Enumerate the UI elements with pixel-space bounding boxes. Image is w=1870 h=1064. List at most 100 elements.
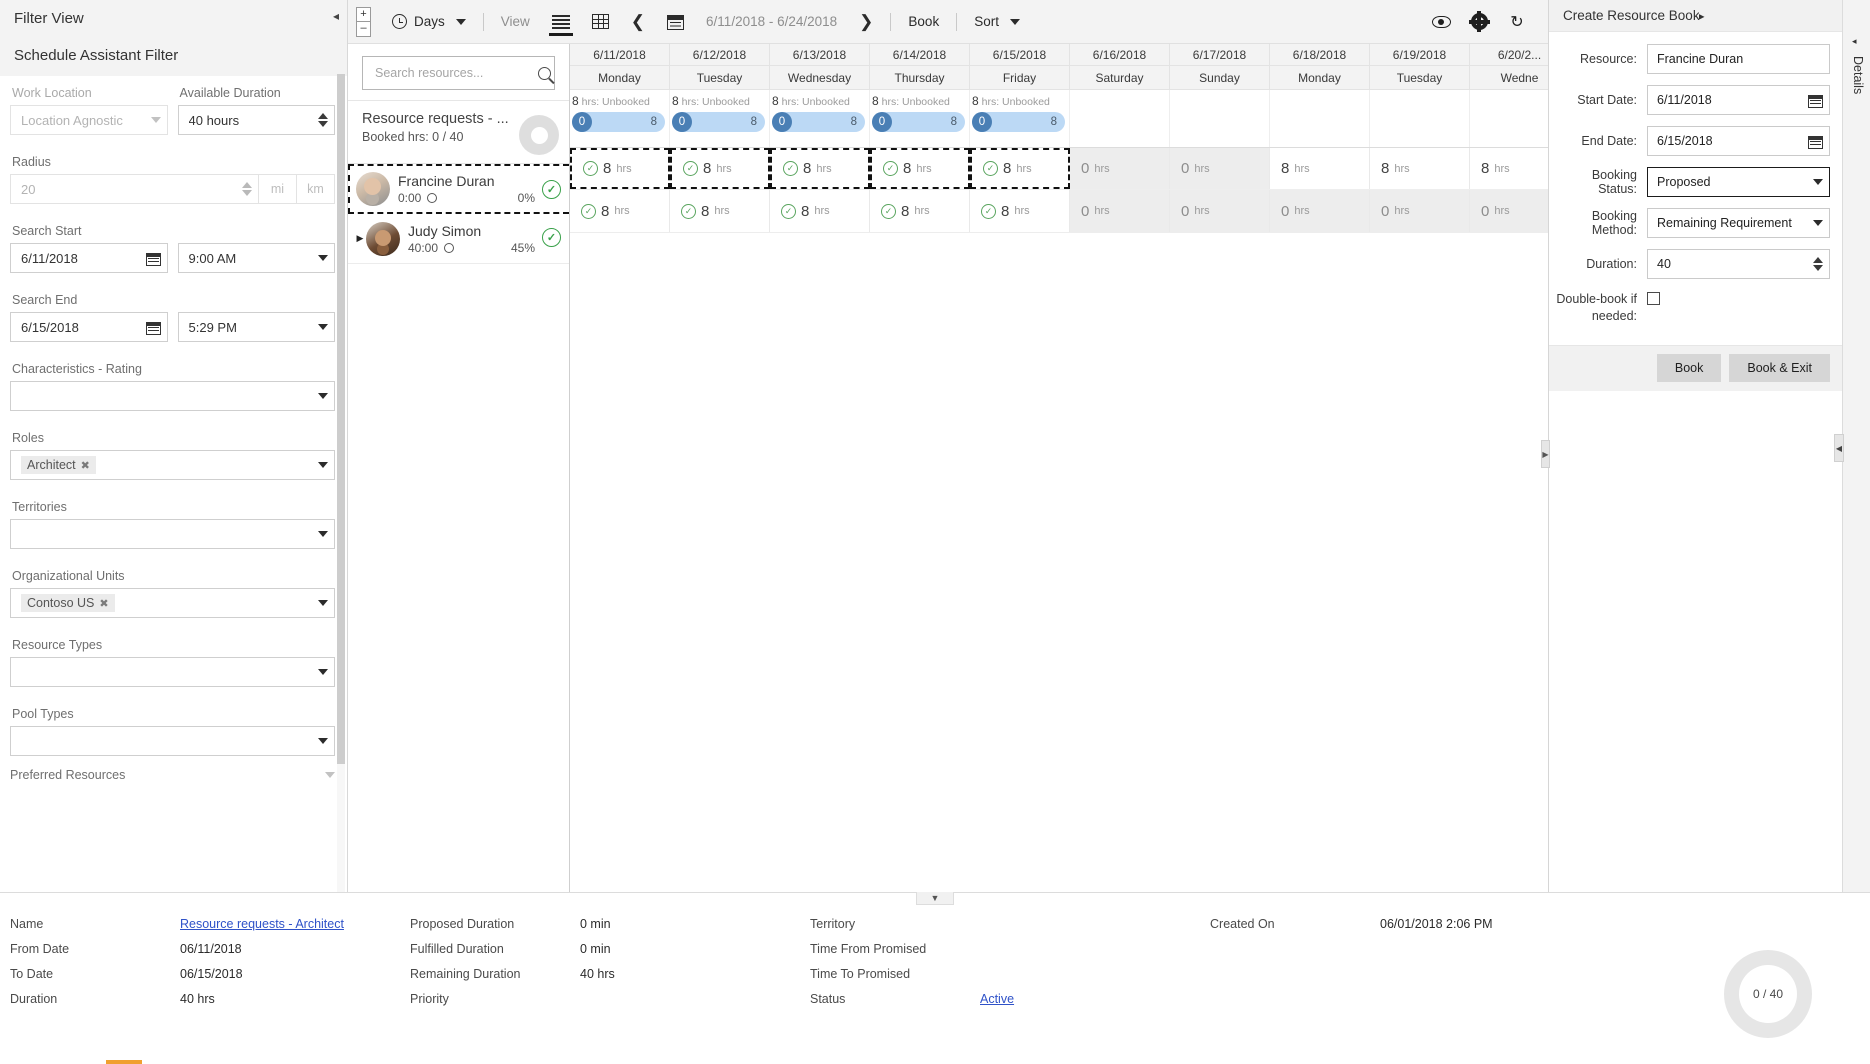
calendar-icon[interactable] xyxy=(1808,93,1823,108)
collapse-all-button[interactable]: – xyxy=(356,22,371,37)
availability-cell[interactable]: 0hrs xyxy=(1170,190,1270,232)
book-button[interactable]: Book xyxy=(897,0,950,44)
refresh-icon[interactable]: ↻ xyxy=(1500,5,1534,39)
availability-cell[interactable]: ✓8hrs xyxy=(870,190,970,232)
chevron-right-icon[interactable]: ▸ xyxy=(1699,9,1835,23)
field-input[interactable]: Remaining Requirement xyxy=(1647,208,1830,238)
scrollbar-thumb[interactable] xyxy=(337,74,345,764)
requirement-summary-cell[interactable]: 8 hrs: Unbooked08 xyxy=(870,90,970,147)
availability-cell[interactable]: 0hrs xyxy=(1070,148,1170,189)
roles-select[interactable]: Architect ✖ xyxy=(10,450,335,480)
search-input[interactable] xyxy=(373,65,538,81)
field-input[interactable]: 6/15/2018 xyxy=(1647,126,1830,156)
eye-icon[interactable] xyxy=(1424,5,1458,39)
search-end-time-select[interactable]: 5:29 PM xyxy=(178,312,336,342)
detail-link[interactable]: Active xyxy=(980,992,1014,1006)
resource-row-francine[interactable]: Francine Duran 0:00 0% ✓ xyxy=(348,164,569,214)
prev-period-button[interactable]: ❮ xyxy=(620,0,656,44)
availability-cell[interactable]: ✓8hrs xyxy=(570,190,670,232)
chevron-down-icon[interactable]: ▼ xyxy=(916,892,954,905)
availability-cell[interactable]: ✓8hrs xyxy=(970,190,1070,232)
org-units-chip[interactable]: Contoso US ✖ xyxy=(21,594,115,612)
search-input-wrap[interactable] xyxy=(362,56,555,90)
search-start-date-input[interactable]: 6/11/2018 xyxy=(10,243,168,273)
availability-cell[interactable]: 8hrs xyxy=(1270,148,1370,189)
search-end-date-input[interactable]: 6/15/2018 xyxy=(10,312,168,342)
close-icon[interactable]: ✖ xyxy=(99,597,108,610)
resource-request-card[interactable]: Resource requests - ... Booked hrs: 0 / … xyxy=(348,100,569,164)
org-units-select[interactable]: Contoso US ✖ xyxy=(10,588,335,618)
preferred-resources-group[interactable]: Preferred Resources xyxy=(10,768,335,782)
field-input[interactable]: Francine Duran xyxy=(1647,44,1830,74)
next-period-button[interactable]: ❯ xyxy=(848,0,884,44)
close-icon[interactable]: ✖ xyxy=(81,459,90,472)
availability-cell[interactable]: ✓8hrs xyxy=(770,148,870,189)
availability-cell[interactable]: 0hrs xyxy=(1070,190,1170,232)
booking-pill[interactable]: 08 xyxy=(972,112,1065,132)
availability-cell[interactable]: ✓8hrs xyxy=(870,148,970,189)
list-view-button[interactable] xyxy=(541,0,581,44)
collapse-rail-handle[interactable]: ▶ xyxy=(1541,440,1550,468)
sort-dropdown[interactable]: Sort xyxy=(963,0,1031,44)
booking-pill[interactable]: 08 xyxy=(872,112,965,132)
double-book-checkbox[interactable] xyxy=(1647,292,1660,305)
details-collapse-handle[interactable]: ◀ xyxy=(1834,434,1844,462)
requirement-summary-cell[interactable]: 8 hrs: Unbooked08 xyxy=(970,90,1070,147)
unit-km-button[interactable]: km xyxy=(297,174,335,204)
triangle-left-icon[interactable]: ◂ xyxy=(1852,36,1857,47)
days-dropdown[interactable]: Days xyxy=(381,0,477,44)
availability-cell[interactable]: 0hrs xyxy=(1270,190,1370,232)
detail-value[interactable]: Active xyxy=(980,992,1014,1006)
characteristics-select[interactable] xyxy=(10,381,335,411)
chevron-left-icon[interactable]: ◂ xyxy=(333,10,339,22)
resource-row-judy[interactable]: ▶ Judy Simon 40:00 45% ✓ xyxy=(348,214,569,264)
duration-stepper[interactable] xyxy=(1813,257,1823,271)
grid-view-button[interactable] xyxy=(581,0,620,44)
chevron-right-icon[interactable]: ▶ xyxy=(354,233,366,244)
search-start-time-select[interactable]: 9:00 AM xyxy=(178,243,336,273)
roles-chip[interactable]: Architect ✖ xyxy=(21,456,96,474)
availability-cell[interactable]: 8hrs xyxy=(1370,148,1470,189)
booking-pill[interactable]: 08 xyxy=(572,112,665,132)
availability-cell[interactable]: 0hrs xyxy=(1170,148,1270,189)
detail-value[interactable]: Resource requests - Architect xyxy=(180,917,344,931)
cell-hours: 8 xyxy=(1481,160,1489,177)
availability-cell[interactable]: ✓8hrs xyxy=(970,148,1070,189)
date-picker-button[interactable] xyxy=(656,0,695,44)
book-and-exit-button[interactable]: Book & Exit xyxy=(1729,354,1830,382)
field-input[interactable]: 40 xyxy=(1647,249,1830,279)
availability-cell[interactable]: ✓8hrs xyxy=(670,148,770,189)
book-button[interactable]: Book xyxy=(1657,354,1722,382)
requirement-summary-cell[interactable]: 8 hrs: Unbooked08 xyxy=(570,90,670,147)
unit-mi-button[interactable]: mi xyxy=(259,174,297,204)
booking-pill[interactable]: 08 xyxy=(672,112,765,132)
field-input[interactable]: 6/11/2018 xyxy=(1647,85,1830,115)
radius-stepper[interactable] xyxy=(242,182,252,196)
calendar-icon[interactable] xyxy=(146,320,161,335)
territories-select[interactable] xyxy=(10,519,335,549)
pool-types-select[interactable] xyxy=(10,726,335,756)
cell-hours: 8 xyxy=(903,160,911,177)
work-location-select[interactable]: Location Agnostic xyxy=(10,105,168,135)
available-duration-input[interactable]: 40 hours xyxy=(178,105,336,135)
booking-pill[interactable]: 08 xyxy=(772,112,865,132)
duration-stepper[interactable] xyxy=(318,113,328,127)
resource-types-select[interactable] xyxy=(10,657,335,687)
requirement-summary-cell[interactable]: 8 hrs: Unbooked08 xyxy=(770,90,870,147)
cell-unit: hrs xyxy=(916,163,931,175)
field-input[interactable]: Proposed xyxy=(1647,167,1830,197)
radius-input[interactable]: 20 xyxy=(10,174,259,204)
gear-icon[interactable] xyxy=(1462,5,1496,39)
detail-link[interactable]: Resource requests - Architect xyxy=(180,917,344,931)
availability-cell[interactable]: ✓8hrs xyxy=(670,190,770,232)
requirement-summary-cell[interactable]: 8 hrs: Unbooked08 xyxy=(670,90,770,147)
availability-cell[interactable]: ✓8hrs xyxy=(770,190,870,232)
filter-scrollbar[interactable] xyxy=(337,74,345,950)
calendar-icon[interactable] xyxy=(146,251,161,266)
expand-collapse-stack[interactable]: + – xyxy=(356,7,371,37)
expand-all-button[interactable]: + xyxy=(356,7,371,22)
search-icon[interactable] xyxy=(538,67,551,80)
availability-cell[interactable]: ✓8hrs xyxy=(570,148,670,189)
calendar-icon[interactable] xyxy=(1808,134,1823,149)
availability-cell[interactable]: 0hrs xyxy=(1370,190,1470,232)
